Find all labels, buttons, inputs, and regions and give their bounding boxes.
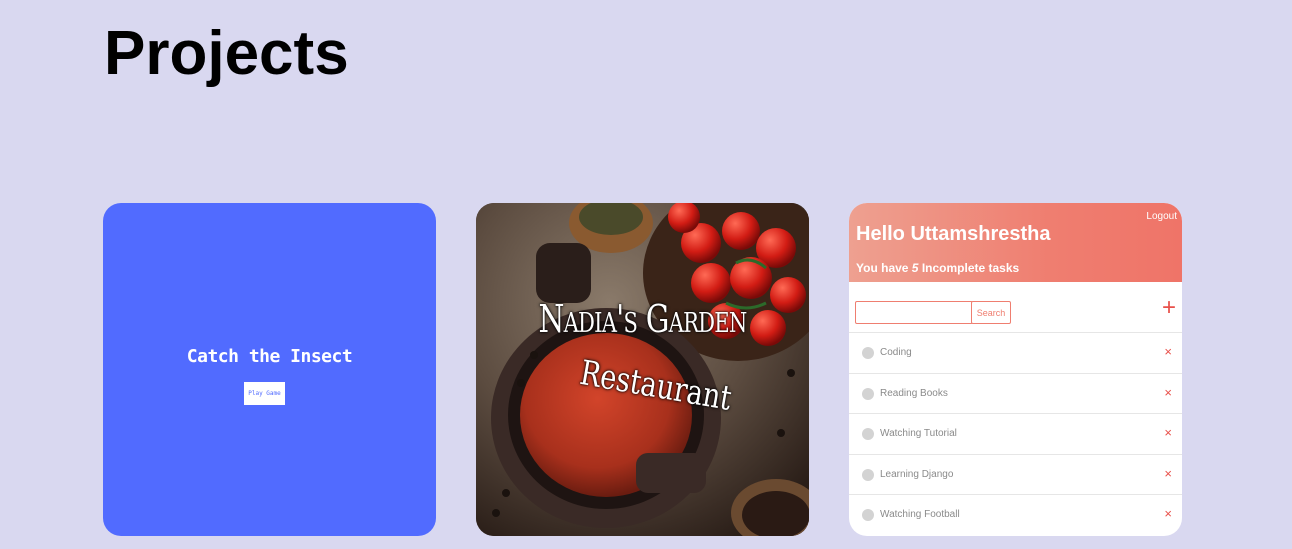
task-label: Reading Books: [880, 387, 948, 399]
project-card-catch-the-insect[interactable]: Catch the Insect Play Game: [103, 203, 436, 536]
task-item: Coding ×: [849, 332, 1182, 373]
add-task-icon[interactable]: +: [1162, 295, 1176, 321]
task-item: Reading Books ×: [849, 372, 1182, 414]
delete-task-icon[interactable]: ×: [1164, 385, 1172, 400]
task-item: Watching Tutorial ×: [849, 413, 1182, 454]
todo-search-button[interactable]: Search: [971, 301, 1011, 324]
delete-task-icon[interactable]: ×: [1164, 506, 1172, 521]
task-label: Watching Football: [880, 509, 960, 520]
task-item: Watching Football ×: [849, 494, 1182, 535]
count-suffix: Incomplete tasks: [918, 261, 1020, 275]
count-prefix: You have: [856, 261, 912, 275]
task-label: Coding: [880, 347, 912, 358]
task-checkbox[interactable]: [862, 468, 874, 481]
insect-game-title: Catch the Insect: [186, 346, 353, 367]
task-item: Learning Django ×: [849, 453, 1182, 495]
page-title: Projects: [104, 19, 349, 88]
task-checkbox[interactable]: [862, 509, 874, 521]
play-game-button[interactable]: Play Game: [244, 382, 285, 405]
logout-link[interactable]: Logout: [1146, 211, 1177, 222]
delete-task-icon[interactable]: ×: [1164, 344, 1172, 359]
delete-task-icon[interactable]: ×: [1164, 466, 1172, 481]
task-label: Learning Django: [880, 468, 954, 480]
todo-search-input[interactable]: [855, 301, 973, 324]
task-checkbox[interactable]: [862, 428, 874, 440]
todo-header: Logout Hello Uttamshrestha You have 5 In…: [849, 203, 1182, 282]
delete-task-icon[interactable]: ×: [1164, 425, 1172, 440]
todo-greeting: Hello Uttamshrestha: [856, 223, 1051, 245]
project-card-nadias-garden[interactable]: Nadia's Garden Restaurant: [476, 203, 809, 536]
task-label: Watching Tutorial: [880, 428, 957, 439]
restaurant-title: Nadia's Garden: [538, 297, 747, 341]
incomplete-task-count: You have 5 Incomplete tasks: [856, 261, 1019, 275]
task-checkbox[interactable]: [862, 387, 874, 400]
task-checkbox[interactable]: [862, 347, 874, 359]
task-list: Coding × Reading Books × Watching Tutori…: [849, 332, 1182, 535]
project-card-todo-app[interactable]: Logout Hello Uttamshrestha You have 5 In…: [849, 203, 1182, 536]
